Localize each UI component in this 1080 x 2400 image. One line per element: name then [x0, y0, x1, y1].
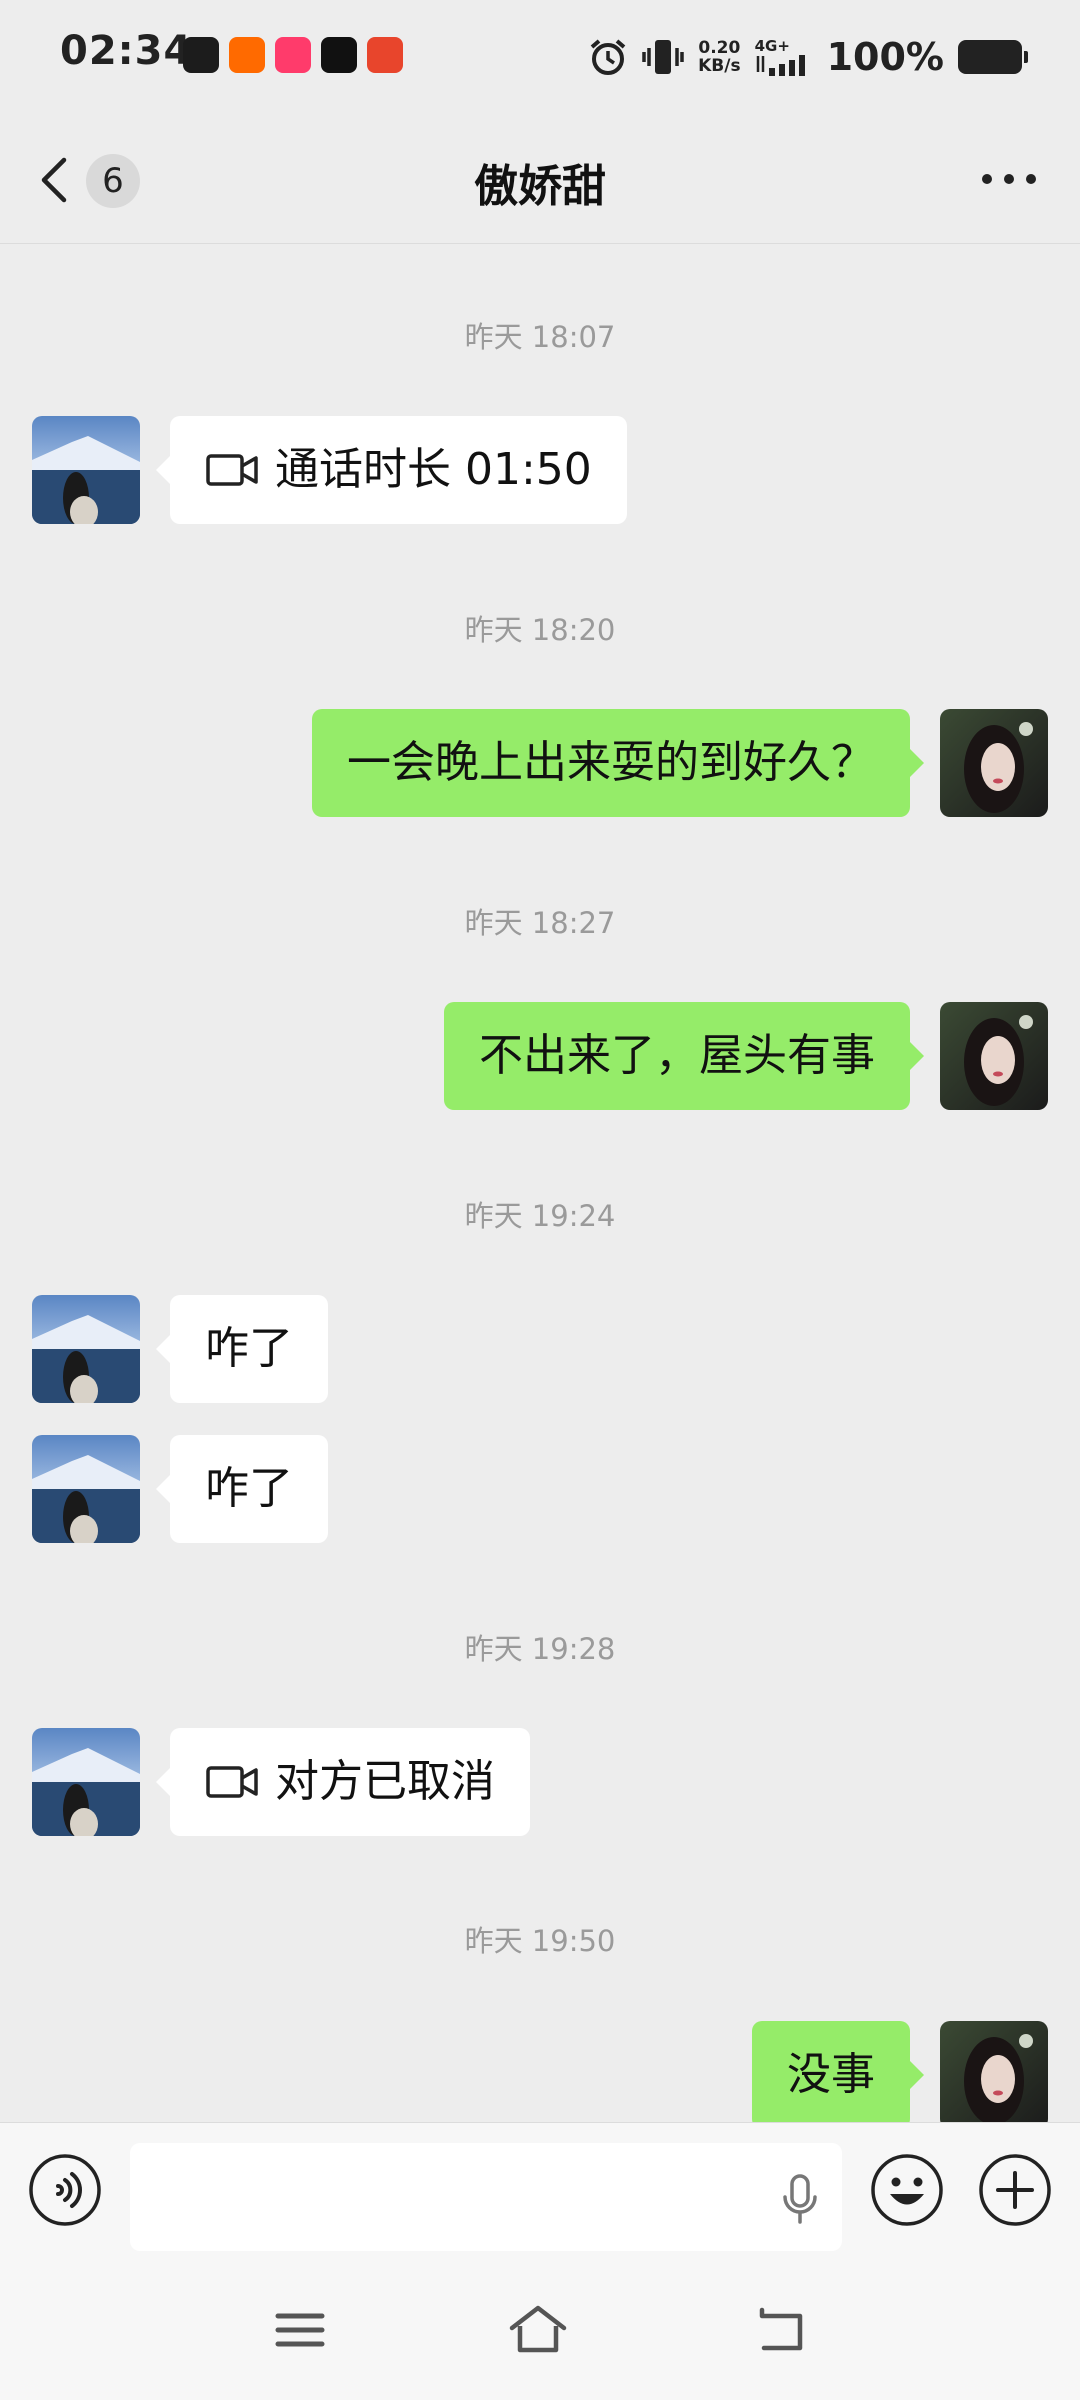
outgoing-message-bubble[interactable]: 一会晚上出来耍的到好久？ — [312, 709, 924, 817]
incoming-message-bubble[interactable]: 咋了 — [156, 1435, 328, 1543]
status-time: 02:34 — [60, 28, 193, 74]
message-timestamp: 昨天 18:07 — [464, 320, 616, 354]
net-speed-unit: KB/s — [698, 56, 741, 76]
incoming-message-bubble[interactable]: 咋了 — [156, 1295, 328, 1403]
toutiao-app-icon — [367, 37, 403, 73]
message-timestamp: 昨天 19:24 — [464, 1199, 616, 1233]
home-icon — [509, 2305, 567, 2353]
status-bar: 02:34 0.20 KB/s 4G+ 100% — [0, 0, 1080, 110]
my-avatar[interactable] — [940, 709, 1048, 817]
outgoing-message-bubble[interactable]: 不出来了，屋头有事 — [444, 1002, 924, 1110]
contact-avatar[interactable] — [32, 416, 140, 524]
home-button[interactable] — [508, 2302, 568, 2358]
video-call-icon — [206, 1766, 258, 1798]
cellular-signal: 4G+ — [755, 38, 813, 76]
microphone-icon[interactable] — [780, 2173, 820, 2225]
kuaishou-app-icon — [229, 37, 265, 73]
call-record-bubble[interactable]: 对方已取消 — [156, 1728, 530, 1836]
message-text: 不出来了，屋头有事 — [479, 1030, 875, 1081]
message-text: 咋了 — [205, 1323, 293, 1374]
message-timestamp: 昨天 18:27 — [464, 906, 616, 940]
message-text: 咋了 — [205, 1463, 293, 1514]
net-speed: 0.20 KB/s — [698, 39, 740, 75]
chat-screen: 02:34 0.20 KB/s 4G+ 100% 6 傲娇甜 昨天 18:07 … — [0, 0, 1080, 2400]
chat-title: 傲娇甜 — [474, 161, 606, 212]
voice-icon — [29, 2154, 101, 2226]
video-call-icon — [206, 454, 258, 486]
my-avatar[interactable] — [940, 1002, 1048, 1110]
net-speed-value: 0.20 — [698, 38, 741, 58]
menu-icon — [275, 2313, 325, 2347]
battery-percent: 100% — [826, 35, 944, 79]
kuaishou-lite-app-icon — [275, 37, 311, 73]
signal-bars-icon — [756, 55, 805, 76]
message-timestamp: 昨天 19:28 — [464, 1632, 616, 1666]
emoji-icon — [871, 2154, 943, 2226]
message-timestamp: 昨天 19:50 — [464, 1924, 616, 1958]
battery-icon — [958, 40, 1028, 74]
message-text: 通话时长 01:50 — [275, 444, 592, 495]
back-nav-button[interactable] — [752, 2302, 812, 2358]
message-text: 对方已取消 — [275, 1756, 495, 1807]
back-arrow-icon — [759, 2307, 803, 2351]
plus-icon — [979, 2154, 1051, 2226]
message-text: 一会晚上出来耍的到好久？ — [347, 737, 875, 788]
system-navigation-bar — [0, 2262, 1080, 2400]
tiktok-app-icon — [321, 37, 357, 73]
vibrate-icon — [642, 40, 684, 74]
contact-avatar[interactable] — [32, 1728, 140, 1836]
network-type: 4G+ — [754, 37, 790, 55]
alarm-icon — [590, 39, 626, 75]
contact-avatar[interactable] — [32, 1435, 140, 1543]
chat-header: 6 傲娇甜 — [0, 110, 1080, 244]
emoji-button[interactable] — [870, 2153, 944, 2227]
status-indicators: 0.20 KB/s 4G+ 100% — [588, 32, 1028, 82]
soul-app-icon — [183, 37, 219, 73]
message-input-bar — [0, 2122, 1080, 2262]
recent-apps-button[interactable] — [270, 2302, 330, 2358]
notification-app-icons — [183, 37, 403, 73]
contact-avatar[interactable] — [32, 1295, 140, 1403]
my-avatar[interactable] — [940, 2021, 1048, 2129]
outgoing-message-bubble[interactable]: 没事 — [752, 2021, 924, 2129]
more-options-button[interactable] — [974, 154, 1044, 204]
voice-mode-button[interactable] — [28, 2153, 102, 2227]
call-record-bubble[interactable]: 通话时长 01:50 — [156, 416, 627, 524]
more-dots-icon — [982, 174, 1036, 184]
message-text: 没事 — [787, 2049, 875, 2100]
message-timestamp: 昨天 18:20 — [464, 613, 616, 647]
more-functions-button[interactable] — [978, 2153, 1052, 2227]
message-input[interactable] — [130, 2143, 842, 2251]
